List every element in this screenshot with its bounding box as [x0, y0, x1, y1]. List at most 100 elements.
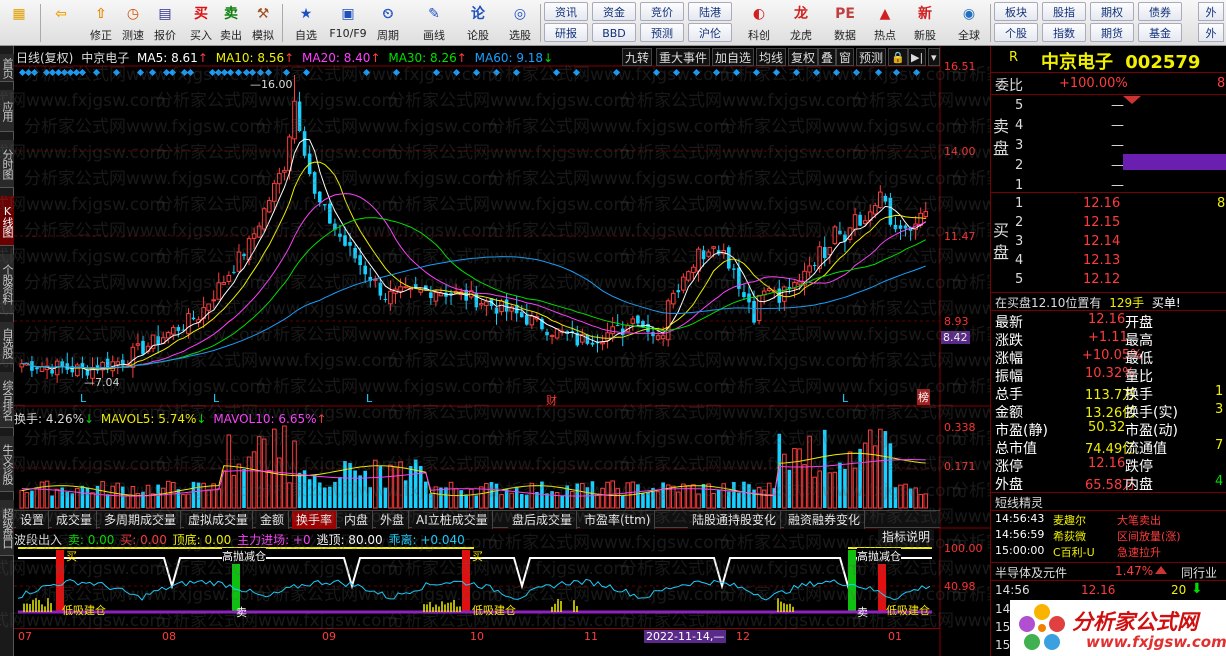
indicator-tab-成交量[interactable]: 成交量 [52, 511, 98, 529]
toolbar-grid-button-股指[interactable]: 股指 [1042, 2, 1086, 21]
chart-tool-预测[interactable]: 预测 [856, 48, 887, 66]
elite-time[interactable]: 14:56:59 [995, 528, 1044, 541]
signal-name[interactable]: 波段出入 [14, 533, 62, 547]
chart-tool-加自选[interactable]: 加自选 [712, 48, 755, 66]
lock-icon[interactable]: 🔒 [888, 48, 908, 66]
toolbar-grid-button-竞价[interactable]: 竞价 [640, 2, 684, 21]
toolbar-grid-button-个股[interactable]: 个股 [994, 23, 1038, 42]
toolbar-grid-button-期货[interactable]: 期货 [1090, 23, 1134, 42]
indicator-tab-外盘[interactable]: 外盘 [376, 511, 410, 529]
buy-level-price[interactable]: 12.12 [1083, 272, 1120, 287]
toolbar-button-模拟[interactable]: ⚒ 模拟 [246, 2, 280, 44]
chart-menu-icon[interactable]: ▾ [928, 48, 940, 66]
elite-time[interactable]: 15:00:00 [995, 544, 1044, 557]
elite-event[interactable]: 大笔卖出 [1117, 512, 1161, 528]
sell-level-price[interactable]: — [1111, 178, 1124, 193]
sector-rank[interactable]: 同行业 [1181, 564, 1217, 581]
elite-stock[interactable]: C百利-U [1053, 544, 1095, 560]
buy-level-price[interactable]: 12.14 [1083, 234, 1120, 249]
sell-level-price[interactable]: — [1111, 118, 1124, 133]
elite-event[interactable]: 急速拉升 [1117, 544, 1161, 560]
sector-name[interactable]: 半导体及元件 [995, 564, 1067, 581]
buy-level-price[interactable]: 12.15 [1083, 215, 1120, 230]
toolbar-grid-button-资金[interactable]: 资金 [592, 2, 636, 21]
indicator-tab-市盈率(ttm)[interactable]: 市盈率(ttm) [580, 511, 656, 529]
kline-chart-area[interactable]: 日线(复权) 中京电子 MA5: 8.61↑ MA10: 8.56↑ MA20:… [0, 46, 1194, 656]
toolbar-button-修正[interactable]: ⇧ 修正 [84, 2, 118, 44]
toolbar-grid-button-BBD[interactable]: BBD [592, 23, 636, 42]
elite-time[interactable]: 14:56:43 [995, 512, 1044, 525]
toolbar-button-back-arrow[interactable]: ⇦ [44, 2, 78, 44]
indicator-tab-融资融券变化[interactable]: 融资融券变化 [784, 511, 866, 529]
toolbar-button-科创[interactable]: ◐ 科创 [740, 2, 778, 44]
toolbar-button-论股[interactable]: 论论股 [458, 2, 498, 44]
indicator-tab-AI立桩成交量[interactable]: AI立桩成交量 [412, 511, 493, 529]
chart-tool-重大事件[interactable]: 重大事件 [656, 48, 711, 66]
left-tab-首页[interactable]: 首页 [0, 54, 14, 82]
event-marker-rank[interactable]: 榜 [917, 389, 930, 405]
indicator-tab-设置[interactable]: 设置 [16, 511, 50, 529]
sell-level-price[interactable]: — [1111, 98, 1124, 113]
elite-stock[interactable]: 希荻微 [1053, 528, 1086, 544]
elite-stock[interactable]: 麦趣尔 [1053, 512, 1086, 528]
chart-tool-九转[interactable]: 九转 [622, 48, 653, 66]
toolbar-button-买入[interactable]: 买买入 [184, 2, 218, 44]
indicator-tab-虚拟成交量[interactable]: 虚拟成交量 [184, 511, 254, 529]
toolbar-grid-button-预测[interactable]: 预测 [640, 23, 684, 42]
event-marker-l3[interactable]: L [366, 392, 372, 405]
left-tab-综合排名[interactable]: 综合排名 [0, 372, 14, 428]
left-tab-K线图[interactable]: K线图 [0, 196, 14, 246]
sell-level-price[interactable]: — [1111, 138, 1124, 153]
toolbar-button-卖出[interactable]: 卖卖出 [214, 2, 248, 44]
toolbar-foreign-button[interactable]: 外 [1198, 2, 1224, 21]
indicator-tab-换手率[interactable]: 换手率 [292, 511, 338, 529]
play-icon[interactable]: ▶| [908, 48, 927, 66]
elite-title[interactable]: 短线精灵 [995, 494, 1043, 511]
buy-level-price[interactable]: 12.16 [1083, 196, 1120, 211]
toolbar-grid-button-陆港[interactable]: 陆港 [688, 2, 732, 21]
event-marker-financial[interactable]: 财 [546, 392, 557, 408]
event-marker-l2[interactable]: L [213, 392, 219, 405]
toolbar-grid-button-期权[interactable]: 期权 [1090, 2, 1134, 21]
toolbar-grid-button-资讯[interactable]: 资讯 [544, 2, 588, 21]
chart-tool-均线[interactable]: 均线 [756, 48, 787, 66]
toolbar-grid-button-基金[interactable]: 基金 [1138, 23, 1182, 42]
indicator-tab-金额[interactable]: 金额 [256, 511, 290, 529]
toolbar-button-报价[interactable]: ▤ 报价 [148, 2, 182, 44]
toolbar-button-全球[interactable]: ◉ 全球 [950, 2, 988, 44]
toolbar-grid-button-沪伦[interactable]: 沪伦 [688, 23, 732, 42]
left-tab-自选股[interactable]: 自选股 [0, 322, 14, 364]
event-marker-l1[interactable]: L [80, 392, 86, 405]
buy-level-price[interactable]: 12.13 [1083, 253, 1120, 268]
sector-expand-icon[interactable] [1155, 566, 1167, 574]
toolbar-button-数据[interactable]: PE 数据 [826, 2, 864, 44]
elite-event[interactable]: 区间放量(涨) [1117, 528, 1181, 544]
left-tab-超级盘口[interactable]: 超级盘口 [0, 500, 14, 556]
event-marker-l4[interactable]: L [842, 392, 848, 405]
period-label[interactable]: 日线(复权) [16, 51, 73, 65]
toolbar-grid-button-债券[interactable]: 债券 [1138, 2, 1182, 21]
indicator-tab-内盘[interactable]: 内盘 [340, 511, 374, 529]
toolbar-button-F10/F9[interactable]: ▣ F10/F9 [328, 2, 368, 44]
left-tab-应用[interactable]: 应用 [0, 90, 14, 132]
left-tab-个股资料[interactable]: 个股资料 [0, 254, 14, 314]
indicator-tab-陆股通持股变化[interactable]: 陆股通持股变化 [688, 511, 782, 529]
toolbar-grid-button-研报[interactable]: 研报 [544, 23, 588, 42]
toolbar-button-周期[interactable]: ⏲ 周期 [368, 2, 408, 44]
chart-tool-复权[interactable]: 复权 [788, 48, 819, 66]
toolbar-grid-button-板块[interactable]: 板块 [994, 2, 1038, 21]
toolbar-button-测速[interactable]: ◷ 测速 [116, 2, 150, 44]
indicator-tab-盘后成交量[interactable]: 盘后成交量 [508, 511, 578, 529]
toolbar-button-龙虎[interactable]: 龙龙虎 [782, 2, 820, 44]
toolbar-foreign-button[interactable]: 外 [1198, 23, 1224, 42]
collapse-arrow-icon[interactable] [1123, 96, 1141, 104]
toolbar-button-自选[interactable]: ★ 自选 [286, 2, 326, 44]
toolbar-button-画线[interactable]: ✎ 画线 [414, 2, 454, 44]
toolbar-button-热点[interactable]: ▲ 热点 [866, 2, 904, 44]
toolbar-grid-button-指数[interactable]: 指数 [1042, 23, 1086, 42]
left-tab-牛叉诊股[interactable]: 牛叉诊股 [0, 436, 14, 492]
chart-tool-窗[interactable]: 窗 [836, 48, 855, 66]
indicator-help-button[interactable]: 指标说明 [878, 528, 935, 546]
indicator-tab-多周期成交量[interactable]: 多周期成交量 [100, 511, 182, 529]
toolbar-button-grid[interactable]: ▦ [2, 2, 36, 44]
